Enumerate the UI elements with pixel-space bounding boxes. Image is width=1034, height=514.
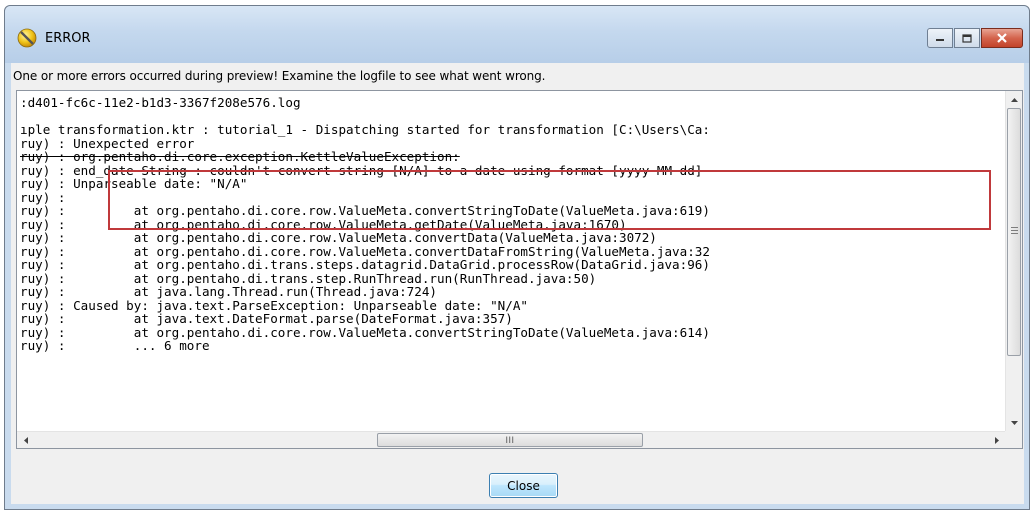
warning-circle-icon [17,28,37,48]
log-text[interactable]: :d401-fc6c-11e2-b1d3-3367f208e576.log ıpl… [20,96,998,426]
horizontal-scrollbar[interactable]: III [17,431,1005,448]
grip-line [1011,230,1018,231]
arrow-down-icon [1011,420,1018,425]
log-line: ruy) : at java.lang.Thread.run(Thread.ja… [20,284,438,299]
log-line: ruy) : at org.pentaho.di.core.row.ValueM… [20,216,627,232]
scroll-corner [1005,431,1022,448]
arrow-left-icon [23,437,28,444]
log-textarea[interactable]: :d401-fc6c-11e2-b1d3-3367f208e576.log ıpl… [16,90,1023,449]
error-dialog-window: ERROR One or more errors occurred during… [4,5,1030,510]
log-line: ıple transformation.ktr : tutorial_1 - D… [20,122,710,137]
horizontal-scroll-thumb[interactable]: III [377,433,643,447]
close-button[interactable]: Close [489,473,558,498]
log-line: ruy) : Unexpected error [20,135,195,151]
log-line: ruy) : Caused by: java.text.ParseExcepti… [20,297,528,313]
minimize-icon [936,39,944,41]
log-line: :d401-fc6c-11e2-b1d3-3367f208e576.log [20,96,301,110]
arrow-right-icon [994,437,999,444]
window-title: ERROR [45,31,91,46]
log-line: ruy) : at org.pentaho.di.core.row.ValueM… [20,243,710,259]
log-line: ruy) : at org.pentaho.di.trans.steps.dat… [20,257,710,272]
grip-line [1011,227,1018,228]
vertical-scrollbar[interactable] [1005,91,1022,431]
log-line: ruy) : ... 6 more [20,338,210,353]
log-line: ruy) : Unparseable date: "N/A" [20,176,248,191]
scroll-down-button[interactable] [1006,414,1022,431]
window-close-button[interactable] [981,28,1023,48]
title-bar[interactable]: ERROR [5,6,1029,63]
log-line: ruy) : [20,189,66,205]
log-line: ruy) : at org.pentaho.di.trans.step.RunT… [20,270,597,286]
grip-line [1011,233,1018,234]
dialog-body: One or more errors occurred during previ… [11,63,1024,504]
log-line: ruy) : at org.pentaho.di.core.row.ValueM… [20,324,710,340]
log-line: ruy) : at org.pentaho.di.core.row.ValueM… [20,203,710,218]
error-message: One or more errors occurred during previ… [13,69,546,83]
scroll-left-button[interactable] [17,432,34,448]
grip-label: III [505,435,515,445]
minimize-button[interactable] [927,28,953,48]
scroll-up-button[interactable] [1006,91,1022,108]
log-line: ruy) : end_date String : couldn't conver… [20,162,703,178]
arrow-up-icon [1011,97,1018,102]
log-line: ruy) : at org.pentaho.di.core.row.ValueM… [20,230,657,245]
maximize-button[interactable] [954,28,980,48]
close-icon [997,33,1007,43]
maximize-icon [962,33,972,43]
caption-buttons [926,28,1023,48]
log-line: ruy) : org.pentaho.di.core.exception.Ket… [20,149,460,164]
log-line: ruy) : at java.text.DateFormat.parse(Dat… [20,311,513,326]
scroll-right-button[interactable] [988,432,1005,448]
vertical-scroll-thumb[interactable] [1007,108,1021,356]
